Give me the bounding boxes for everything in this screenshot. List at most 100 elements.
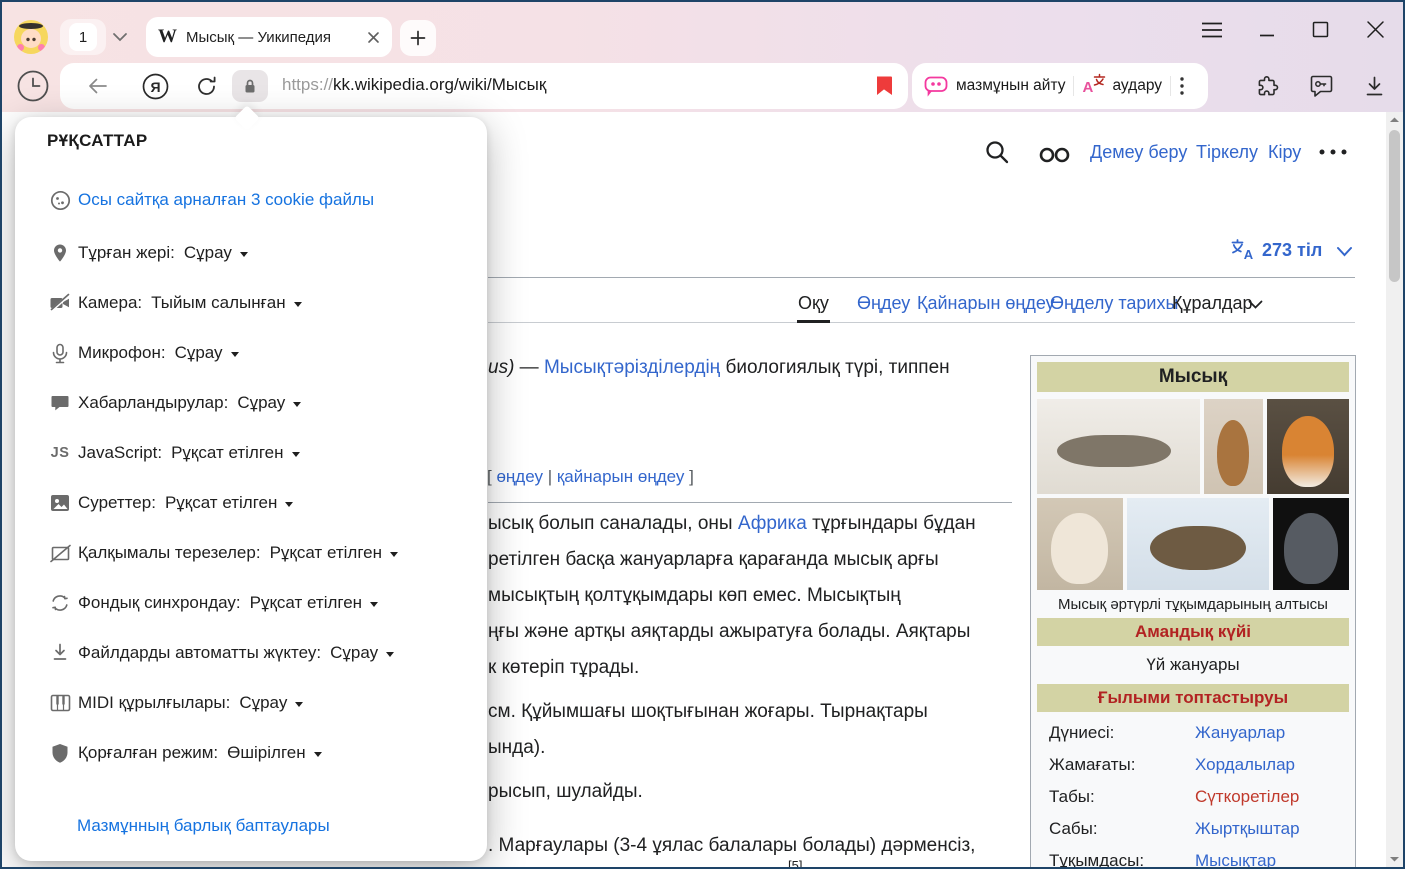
read-aloud-button[interactable]: мазмұнын айту: [956, 77, 1065, 95]
cat-photo-siamese[interactable]: [1037, 498, 1123, 590]
permission-value-dropdown[interactable]: Рұқсат етілген: [250, 593, 378, 613]
tab-history[interactable]: Өңделу тарихы: [1050, 293, 1178, 314]
tab-counter-value[interactable]: 1: [69, 23, 97, 51]
minimize-icon[interactable]: [1259, 22, 1275, 38]
tab-title: Мысық — Уикипедия: [186, 29, 358, 46]
tab-edit[interactable]: Өңдеу: [857, 293, 910, 314]
permission-value-dropdown[interactable]: Тыйым салынған: [151, 293, 302, 313]
sync-icon: [49, 593, 71, 613]
translate-button[interactable]: аудару: [1112, 77, 1162, 95]
cat-photo-tabby-shelf[interactable]: [1037, 399, 1200, 494]
history-clock-icon[interactable]: [16, 69, 50, 103]
wikipedia-favicon: W: [158, 26, 177, 48]
permission-value-dropdown[interactable]: Сұрау: [175, 343, 239, 363]
permission-value: Сұрау: [237, 393, 285, 413]
language-icon[interactable]: A: [1230, 237, 1256, 263]
more-options-kebab-icon[interactable]: [1179, 76, 1185, 96]
permission-value-dropdown[interactable]: Сұрау: [237, 393, 301, 413]
reference-link[interactable]: [5]: [788, 858, 802, 869]
permission-value-dropdown[interactable]: Рұқсат етілген: [165, 493, 293, 513]
menu-hamburger-icon[interactable]: [1201, 21, 1223, 39]
cat-photo-orange-white[interactable]: [1267, 399, 1349, 494]
scrollbar-up-icon[interactable]: [1386, 115, 1403, 125]
cat-photo-tabby-snow[interactable]: [1127, 498, 1269, 590]
register-link[interactable]: Тіркелу: [1196, 142, 1258, 163]
camera-off-icon: [49, 293, 71, 313]
tabs-chevron-down-icon[interactable]: [112, 32, 128, 44]
permission-label: Суреттер:: [78, 493, 156, 513]
extensions-puzzle-icon[interactable]: [1254, 74, 1280, 100]
active-tab[interactable]: W Мысық — Уикипедия: [146, 17, 392, 57]
permission-label: JavaScript:: [78, 443, 162, 463]
tab-close-icon[interactable]: [367, 31, 380, 44]
bookmark-flag-icon[interactable]: [873, 74, 895, 98]
all-content-settings-link[interactable]: Мазмұнның барлық баптаулары: [77, 816, 330, 836]
language-chevron-icon[interactable]: [1336, 246, 1353, 258]
taxonomy-rank: Жамағаты:: [1049, 755, 1195, 775]
page-actions-pill: мазмұнын айту А аудару: [912, 63, 1208, 109]
permission-row: Камера: Тыйым салынған: [49, 291, 302, 315]
taxonomy-value-redlink[interactable]: Сүткоретілер: [1195, 787, 1299, 807]
permission-value-dropdown[interactable]: Сұрау: [330, 643, 394, 663]
address-bar[interactable]: Я https://kk.wikipedia.org/wiki/Мысық: [60, 63, 908, 109]
downloads-icon[interactable]: [1362, 74, 1387, 99]
page-scrollbar[interactable]: [1386, 112, 1403, 867]
africa-link[interactable]: Африка: [738, 513, 807, 534]
permission-label: Фондық синхрондау:: [78, 593, 241, 613]
permission-value-dropdown[interactable]: Өшірілген: [227, 743, 321, 763]
taxonomy-value-link[interactable]: Мысықтар: [1195, 851, 1276, 869]
permission-value-dropdown[interactable]: Сұрау: [239, 693, 303, 713]
yandex-logo-icon[interactable]: Я: [142, 73, 169, 100]
site-permissions-button[interactable]: [232, 70, 268, 102]
maximize-icon[interactable]: [1312, 21, 1329, 38]
permission-value-dropdown[interactable]: Рұқсат етілген: [270, 543, 398, 563]
scrollbar-down-icon[interactable]: [1386, 854, 1403, 864]
tab-edit-source[interactable]: Қайнарын өңдеу: [917, 293, 1055, 314]
permission-value: Рұқсат етілген: [270, 543, 382, 563]
lock-icon: [241, 77, 259, 95]
permission-row: Қалқымалы терезелер: Рұқсат етілген: [49, 541, 398, 565]
new-tab-button[interactable]: [400, 20, 436, 56]
back-arrow-icon[interactable]: [86, 75, 110, 97]
language-selector[interactable]: 273 тіл: [1262, 240, 1322, 261]
edit-link[interactable]: өңдеу: [496, 467, 543, 486]
cat-photo-grey[interactable]: [1273, 498, 1349, 590]
url-text[interactable]: https://kk.wikipedia.org/wiki/Мысық: [282, 75, 546, 95]
permission-label: Файлдарды автоматты жүктеу:: [78, 643, 321, 663]
cookies-row: Осы сайтқа арналған 3 cookie файлы: [49, 188, 374, 212]
search-icon[interactable]: [984, 139, 1011, 166]
tab-counter[interactable]: 1: [60, 19, 106, 55]
taxonomy-value-link[interactable]: Жануарлар: [1195, 723, 1285, 743]
profile-avatar[interactable]: [14, 20, 48, 54]
refresh-icon[interactable]: [194, 74, 219, 99]
login-link[interactable]: Кіру: [1268, 142, 1301, 163]
cat-photo-abyssinian[interactable]: [1204, 399, 1263, 494]
dropdown-caret-icon: [231, 352, 239, 357]
felidae-link[interactable]: Мысықтәрізділердің: [544, 357, 720, 378]
edit-source-link[interactable]: қайнарын өңдеу: [557, 467, 685, 486]
permission-value-dropdown[interactable]: Рұқсат етілген: [171, 443, 299, 463]
donate-link[interactable]: Демеу беру: [1090, 142, 1187, 163]
dropdown-caret-icon: [294, 302, 302, 307]
tools-chevron-icon[interactable]: [1248, 300, 1263, 310]
intro-rest: биологиялық түрі, типпен: [720, 357, 949, 378]
taxonomy-value-link[interactable]: Жыртқыштар: [1195, 819, 1300, 839]
p1-pre: ысық болып саналады, оны: [488, 513, 738, 534]
javascript-icon: JS: [49, 445, 71, 461]
tab-tools[interactable]: Құралдар: [1172, 293, 1253, 314]
translate-icon: А: [1082, 76, 1104, 96]
header-ellipsis-icon[interactable]: [1318, 148, 1350, 156]
permission-row: Файлдарды автоматты жүктеу: Сұрау: [49, 641, 394, 665]
cookies-link[interactable]: Осы сайтқа арналған 3 cookie файлы: [78, 190, 374, 210]
dropdown-caret-icon: [293, 402, 301, 407]
plus-icon: [410, 30, 426, 46]
close-window-icon[interactable]: [1366, 20, 1385, 39]
permission-row: MIDI құрылғылары: Сұрау: [49, 691, 303, 715]
taxonomy-value-link[interactable]: Хордалылар: [1195, 755, 1295, 775]
glasses-icon[interactable]: [1038, 146, 1072, 164]
permission-value-dropdown[interactable]: Сұрау: [184, 243, 248, 263]
scrollbar-thumb[interactable]: [1389, 130, 1400, 282]
passwords-chat-icon[interactable]: [1308, 74, 1335, 99]
midi-icon: [49, 694, 71, 712]
tab-read[interactable]: Оқу: [798, 293, 829, 314]
